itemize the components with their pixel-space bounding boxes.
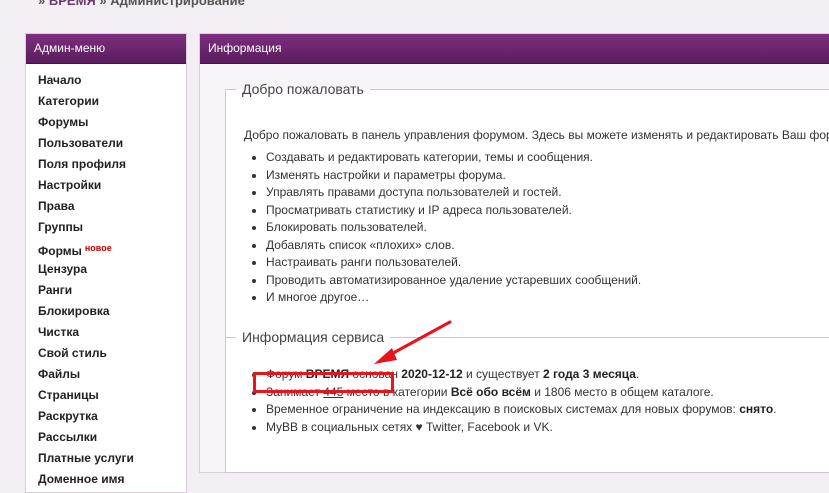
admin-menu: Админ-меню Начало Категории Форумы Польз… <box>25 33 187 493</box>
vk-link[interactable]: VK <box>533 420 549 434</box>
menu-item-bans[interactable]: Блокировка <box>26 301 186 322</box>
service-line-social: MyBB в социальных сетях ♥ Twitter, Faceb… <box>266 419 777 437</box>
list-item: Изменять настройки и параметры форума. <box>266 167 641 185</box>
breadcrumb-forum-link[interactable]: ВРЕМЯ <box>49 0 96 8</box>
service-legend: Информация сервиса <box>242 329 385 345</box>
menu-item-categories[interactable]: Категории <box>26 91 186 112</box>
highlight-box <box>253 372 394 393</box>
text: место в общем каталоге. <box>570 384 714 399</box>
breadcrumb-section: Администрирование <box>110 0 245 8</box>
list-item: Проводить автоматизированное удаление ус… <box>266 272 641 290</box>
breadcrumb-separator: » <box>99 0 107 8</box>
menu-item-permissions[interactable]: Права <box>26 196 186 217</box>
text: Временное ограничение на индексацию в по… <box>266 402 740 416</box>
new-badge: новое <box>84 243 112 253</box>
list-item: Блокировать пользователей. <box>266 219 641 237</box>
text: и <box>520 419 534 434</box>
menu-item-groups[interactable]: Группы <box>26 217 186 238</box>
breadcrumb: » ВРЕМЯ » Администрирование <box>38 0 245 8</box>
category-name: Всё обо всём <box>450 384 531 399</box>
menu-item-files[interactable]: Файлы <box>26 364 186 385</box>
menu-item-start[interactable]: Начало <box>26 70 186 91</box>
menu-item-users[interactable]: Пользователи <box>26 133 186 154</box>
admin-menu-title: Админ-меню <box>26 34 186 64</box>
menu-item-forums[interactable]: Форумы <box>26 112 186 133</box>
breadcrumb-separator: » <box>38 0 46 8</box>
list-item: И многое другое… <box>266 289 641 307</box>
admin-menu-list: Начало Категории Форумы Пользователи Пол… <box>26 64 186 490</box>
list-item: Просматривать статистику и IP адреса пол… <box>266 202 641 220</box>
total-rank: 1806 <box>544 384 571 399</box>
twitter-link[interactable]: Twitter <box>426 420 461 434</box>
indexing-status: снято <box>739 402 774 416</box>
founded-date: 2020-12-12 <box>401 367 463 381</box>
list-item: Настраивать ранги пользователей. <box>266 254 641 272</box>
menu-item-forms-label: Формы <box>38 244 82 258</box>
service-line-indexing: Временное ограничение на индексацию в по… <box>266 401 777 419</box>
menu-item-domain-name[interactable]: Доменное имя <box>26 469 186 490</box>
service-info-section: Информация сервиса Форум ВРЕМЯ основан 2… <box>225 329 829 473</box>
welcome-legend: Добро пожаловать <box>242 81 364 97</box>
menu-item-settings[interactable]: Настройки <box>26 175 186 196</box>
feature-list: Создавать и редактировать категории, тем… <box>246 149 641 307</box>
list-item: Добавлять список «плохих» слов. <box>266 237 641 255</box>
list-item: Управлять правами доступа пользователей … <box>266 184 641 202</box>
text: . <box>773 402 777 416</box>
list-item: Создавать и редактировать категории, тем… <box>266 149 641 167</box>
menu-item-forms[interactable]: Формы новое <box>26 238 186 259</box>
info-panel-title: Информация <box>200 34 829 64</box>
menu-item-mailings[interactable]: Рассылки <box>26 427 186 448</box>
menu-item-custom-style[interactable]: Свой стиль <box>26 343 186 364</box>
menu-item-promotion[interactable]: Раскрутка <box>26 406 186 427</box>
welcome-intro: Добро пожаловать в панель управления фор… <box>244 128 829 142</box>
text: . <box>635 367 640 381</box>
text: . <box>549 419 553 434</box>
menu-item-censorship[interactable]: Цензура <box>26 259 186 280</box>
menu-item-ranks[interactable]: Ранги <box>26 280 186 301</box>
menu-item-pages[interactable]: Страницы <box>26 385 186 406</box>
text: и существует <box>462 367 544 381</box>
text: MyBB в социальных сетях ♥ <box>266 419 427 434</box>
menu-item-paid-services[interactable]: Платные услуги <box>26 448 186 469</box>
facebook-link[interactable]: Facebook <box>467 420 520 434</box>
menu-item-prune[interactable]: Чистка <box>26 322 186 343</box>
annotation-arrow-icon <box>374 320 452 364</box>
welcome-section: Добро пожаловать Добро пожаловать в пане… <box>225 81 829 341</box>
menu-item-profile-fields[interactable]: Поля профиля <box>26 154 186 175</box>
info-panel: Информация Добро пожаловать Добро пожало… <box>199 33 829 473</box>
forum-age: 2 года 3 месяца <box>543 367 636 381</box>
text: и <box>530 384 545 399</box>
